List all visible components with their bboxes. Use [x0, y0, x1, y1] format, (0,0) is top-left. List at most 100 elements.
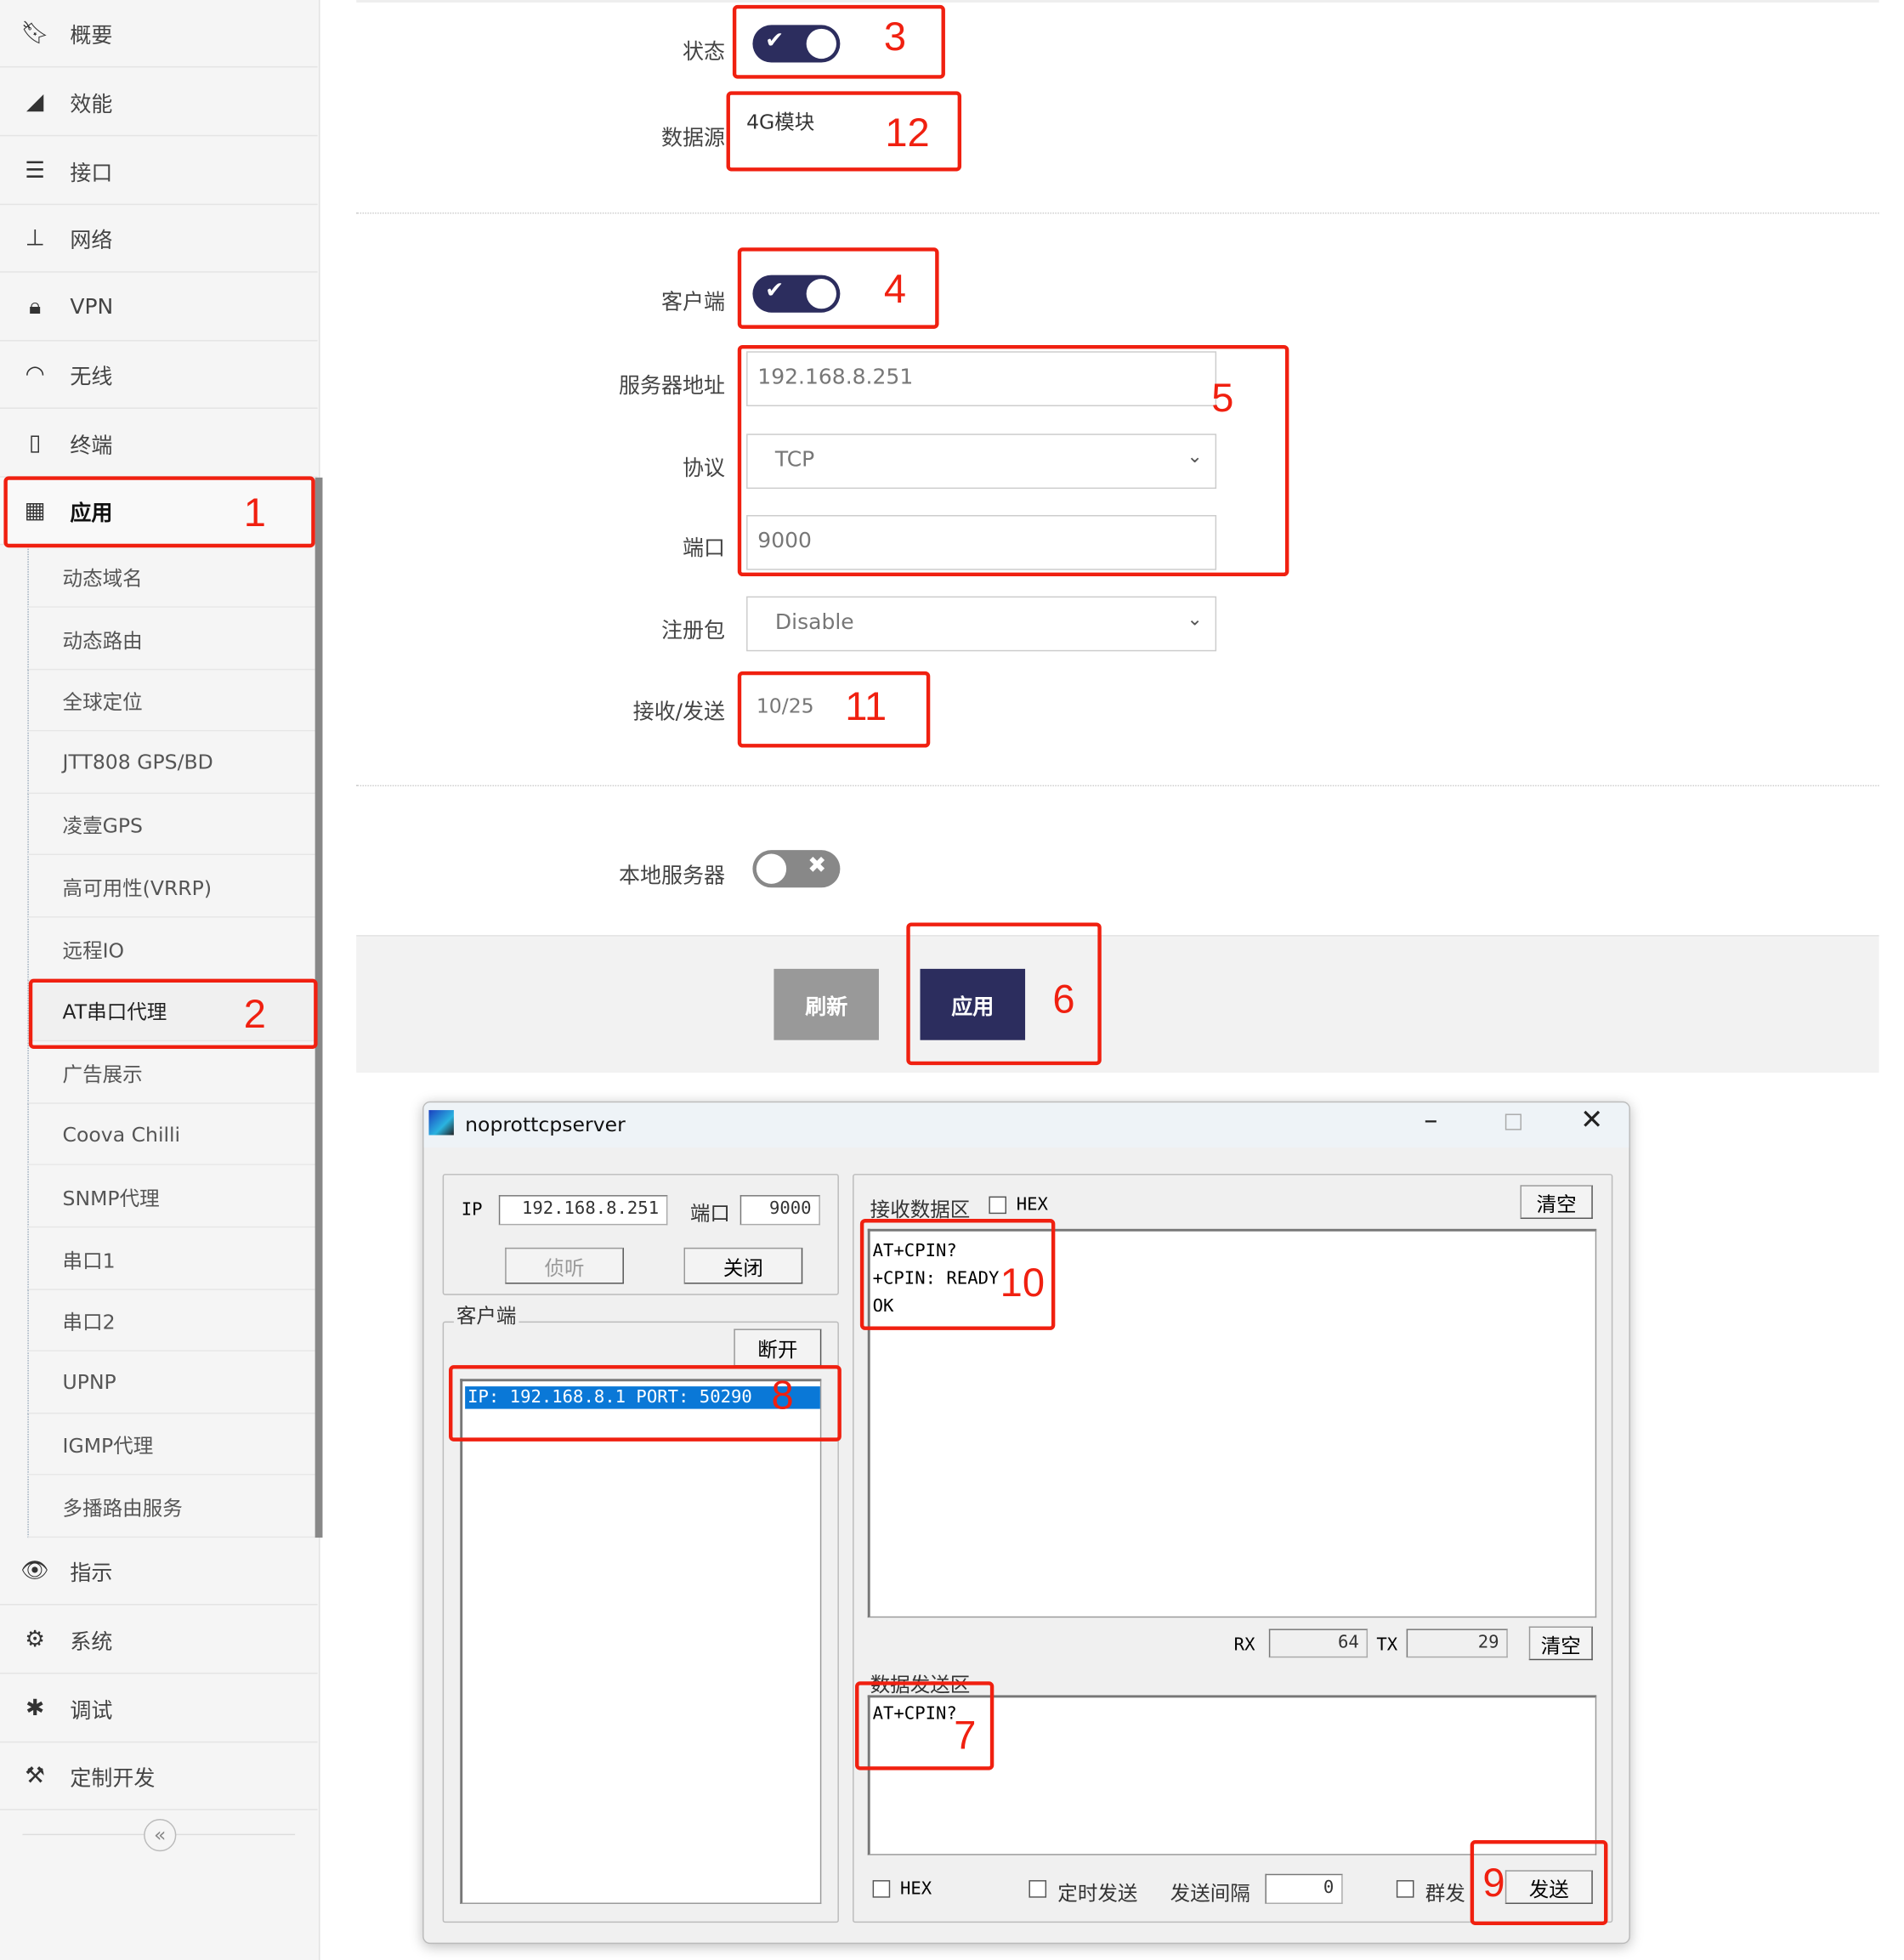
sidebar-subitem[interactable]: 动态路由	[27, 608, 315, 670]
nav-label: 终端	[70, 433, 113, 459]
nav-label: 概要	[70, 23, 113, 49]
local-server-toggle[interactable]: ✖	[752, 850, 841, 888]
port-label: 端口	[683, 535, 726, 562]
annotation-number: 4	[883, 266, 907, 312]
annotation-box	[737, 344, 1289, 577]
timed-send-checkbox[interactable]	[1028, 1880, 1047, 1898]
client-group-label: 客户端	[453, 1299, 519, 1329]
timed-send-label: 定时发送	[1057, 1881, 1138, 1906]
maximize-button[interactable]	[1504, 1113, 1522, 1130]
nav-label: VPN	[70, 294, 114, 320]
sidebar-subitem[interactable]: 远程IO	[27, 918, 315, 980]
minimize-button[interactable]: –	[1424, 1105, 1437, 1136]
receive-hex-checkbox[interactable]	[989, 1196, 1006, 1215]
listen-button[interactable]: 侦听	[505, 1247, 624, 1284]
sidebar-subitem[interactable]: UPNP	[27, 1352, 315, 1414]
annotation-number: 10	[1000, 1260, 1045, 1306]
sidebar-subitem[interactable]: 动态域名	[27, 546, 315, 608]
window-title: noprottcpserver	[465, 1113, 626, 1136]
close-button[interactable]: 关闭	[683, 1247, 803, 1284]
nav-terminal[interactable]: ▯ 终端	[0, 410, 318, 478]
nav-overview[interactable]: 🔖︎ 概要	[0, 0, 318, 68]
annotation-box	[737, 247, 939, 329]
disconnect-button[interactable]: 断开	[734, 1328, 822, 1367]
tx-label: TX	[1376, 1634, 1398, 1656]
sidebar-subitem[interactable]: 高可用性(VRRP)	[27, 856, 315, 918]
bookmark-icon: 🔖︎	[20, 20, 49, 47]
sidebar-subitem[interactable]: 串口1	[27, 1228, 315, 1290]
broadcast-label: 群发	[1425, 1881, 1465, 1906]
port-input[interactable]: 9000	[740, 1195, 820, 1226]
area-chart-icon: ◢	[26, 88, 44, 116]
sidebar-subitem[interactable]: IGMP代理	[27, 1414, 315, 1476]
nav-indicator[interactable]: 👁︎ 指示	[0, 1538, 318, 1606]
rx-label: RX	[1233, 1634, 1255, 1656]
top-border	[356, 0, 1879, 3]
annotation-box	[737, 671, 931, 748]
eye-icon: 👁︎	[20, 1557, 49, 1584]
sidebar-subitem[interactable]: 串口2	[27, 1290, 315, 1352]
tx-count: 29	[1406, 1629, 1508, 1658]
mobile-icon: ▯	[28, 429, 42, 456]
nav-label: 效能	[70, 92, 113, 118]
lock-icon: 🔒︎	[29, 293, 42, 320]
receive-hex-label: HEX	[1016, 1195, 1048, 1215]
send-hex-label: HEX	[899, 1878, 932, 1900]
sidebar-subitem[interactable]: 多播路由服务	[27, 1476, 315, 1538]
nav-vpn[interactable]: 🔒︎ VPN	[0, 274, 318, 342]
nav-custom-dev[interactable]: ⚒ 定制开发	[0, 1742, 318, 1810]
nav-interface[interactable]: ☰ 接口	[0, 138, 318, 206]
annotation-number: 6	[1052, 976, 1075, 1022]
gavel-icon: ⚒	[25, 1762, 46, 1789]
local-server-label: 本地服务器	[619, 864, 726, 889]
nav-label: 系统	[70, 1629, 113, 1656]
annotation-number: 5	[1211, 375, 1234, 421]
divider	[356, 212, 1879, 214]
protocol-label: 协议	[683, 456, 726, 482]
refresh-button[interactable]: 刷新	[774, 968, 879, 1040]
annotation-number: 2	[243, 991, 266, 1037]
nav-performance[interactable]: ◢ 效能	[0, 69, 318, 137]
interval-input[interactable]: 0	[1265, 1873, 1343, 1905]
annotation-number: 8	[771, 1372, 794, 1418]
datasource-label: 数据源	[661, 126, 726, 151]
annotation-number: 3	[883, 14, 907, 59]
nav-system[interactable]: ⚙ 系统	[0, 1606, 318, 1674]
nav-debug[interactable]: ✱ 调试	[0, 1675, 318, 1743]
ip-input[interactable]: 192.168.8.251	[498, 1195, 668, 1226]
clear-receive-button[interactable]: 清空	[1520, 1185, 1593, 1220]
sidebar-subitem[interactable]: SNMP代理	[27, 1166, 315, 1228]
close-window-button[interactable]: ✕	[1580, 1105, 1603, 1136]
list-icon: ☰	[25, 157, 46, 184]
sidebar-subitem[interactable]: JTT808 GPS/BD	[27, 732, 315, 794]
send-hex-checkbox[interactable]	[872, 1880, 891, 1898]
chevron-down-icon: ⌄	[1187, 607, 1203, 631]
bug-icon: ✱	[26, 1695, 45, 1722]
sidebar-subitem[interactable]: 全球定位	[27, 670, 315, 732]
rx-tx-label: 接收/发送	[632, 700, 726, 726]
register-packet-value: Disable	[774, 609, 854, 636]
annotation-box	[3, 476, 315, 548]
annotation-number: 12	[885, 110, 930, 156]
gears-icon: ⚙	[25, 1626, 46, 1653]
collapse-sidebar-button[interactable]: «	[144, 1819, 177, 1852]
client-list[interactable]: IP: 192.168.8.1 PORT: 50290	[460, 1379, 822, 1905]
nav-label: 无线	[70, 365, 113, 390]
broadcast-checkbox[interactable]	[1396, 1880, 1414, 1898]
nav-network[interactable]: ⊥ 网络	[0, 205, 318, 273]
clear-counter-button[interactable]: 清空	[1528, 1626, 1593, 1661]
port-label: 端口	[689, 1201, 730, 1226]
interval-label: 发送间隔	[1170, 1881, 1250, 1906]
annotation-number: 7	[954, 1712, 977, 1758]
register-packet-select[interactable]: Disable ⌄	[746, 596, 1217, 652]
nav-wireless[interactable]: ◠ 无线	[0, 342, 318, 409]
annotation-box	[28, 978, 318, 1050]
annotation-number: 11	[845, 683, 887, 729]
nav-label: 接口	[70, 161, 113, 187]
ip-label: IP	[461, 1199, 483, 1221]
nav-label: 调试	[70, 1698, 113, 1725]
nav-label: 网络	[70, 229, 113, 254]
sidebar-subitem[interactable]: Coova Chilli	[27, 1104, 315, 1166]
sidebar-subitem[interactable]: 凌壹GPS	[27, 794, 315, 856]
sidebar-subitem[interactable]: 广告展示	[27, 1042, 315, 1104]
